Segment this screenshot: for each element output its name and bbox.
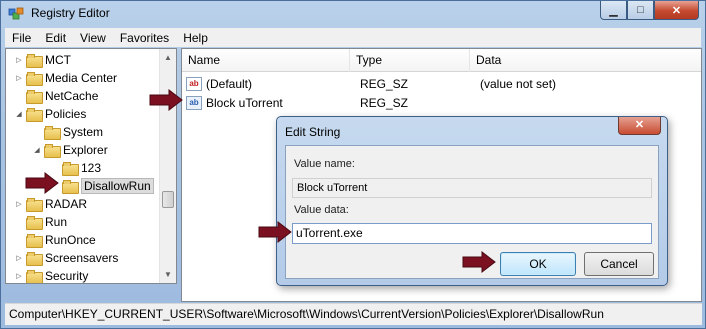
folder-icon — [62, 162, 79, 176]
expand-icon[interactable]: ▷ — [14, 56, 24, 64]
folder-icon — [26, 90, 43, 104]
tree-item-label: RADAR — [45, 197, 88, 211]
expand-icon[interactable]: ▷ — [14, 200, 24, 208]
folder-icon — [26, 198, 43, 212]
tree-item-disallowrun[interactable]: DisallowRun — [50, 177, 154, 195]
list-header: Name Type Data — [182, 49, 701, 72]
string-value-icon: ab — [186, 77, 202, 91]
minimize-icon: ▁ — [609, 4, 618, 17]
tree-item-system[interactable]: System — [32, 123, 103, 141]
folder-icon — [26, 270, 43, 283]
value-type: REG_SZ — [360, 96, 409, 110]
folder-icon — [26, 54, 43, 68]
maximize-button[interactable]: □ — [627, 1, 654, 20]
tree-item-label: Policies — [45, 107, 87, 121]
expand-icon[interactable]: ▷ — [14, 74, 24, 82]
list-row-block-utorrent[interactable]: ab Block uTorrent REG_SZ — [182, 94, 701, 112]
value-data-label: Value data: — [294, 204, 349, 216]
value-data-input[interactable]: uTorrent.exe — [292, 223, 652, 244]
dialog-title: Edit String — [285, 125, 341, 139]
tree-item-explorer[interactable]: ◢ Explorer — [32, 141, 108, 159]
tree-item-label: Media Center — [45, 71, 118, 85]
maximize-icon: □ — [637, 4, 644, 16]
tree-item-label: Explorer — [63, 143, 108, 157]
tree-item-label: DisallowRun — [81, 178, 154, 194]
tree-item-label: RunOnce — [45, 233, 96, 247]
column-name[interactable]: Name — [182, 49, 350, 72]
value-type: REG_SZ — [360, 77, 409, 91]
tree-item-runonce[interactable]: RunOnce — [14, 231, 96, 249]
folder-icon — [26, 252, 43, 266]
close-button[interactable]: ✕ — [654, 1, 699, 20]
tree-item-radar[interactable]: ▷ RADAR — [14, 195, 87, 213]
menu-view[interactable]: View — [73, 31, 113, 45]
expand-icon[interactable]: ▷ — [14, 272, 24, 280]
folder-icon — [44, 126, 61, 140]
dialog-close-button[interactable]: ✕ — [618, 117, 661, 135]
collapse-icon[interactable]: ◢ — [14, 110, 24, 118]
list-row[interactable]: ab (Default) REG_SZ (value not set) — [182, 75, 701, 93]
expand-icon[interactable]: ▷ — [14, 254, 24, 262]
tree-item-label: 123 — [81, 161, 102, 175]
minimize-button[interactable]: ▁ — [600, 1, 627, 20]
value-name: Block uTorrent — [206, 96, 283, 110]
folder-icon — [62, 180, 79, 194]
tree-item-screensavers[interactable]: ▷ Screensavers — [14, 249, 118, 267]
status-bar-path: Computer\HKEY_CURRENT_USER\Software\Micr… — [5, 303, 702, 325]
collapse-icon[interactable]: ◢ — [32, 146, 42, 154]
value-name-field: Block uTorrent — [292, 178, 652, 198]
menu-bar: File Edit View Favorites Help — [5, 28, 701, 47]
callout-arrow-icon — [149, 89, 183, 111]
menu-file[interactable]: File — [5, 31, 38, 45]
column-type[interactable]: Type — [350, 49, 470, 72]
value-name-label: Value name: — [294, 158, 355, 170]
tree-item-mct[interactable]: ▷ MCT — [14, 51, 71, 69]
ok-button[interactable]: OK — [500, 252, 576, 276]
window-title: Registry Editor — [31, 6, 110, 20]
scroll-down-icon[interactable]: ▼ — [160, 266, 176, 283]
string-value-icon: ab — [186, 96, 202, 110]
tree-item-label: System — [63, 125, 104, 139]
scroll-up-icon[interactable]: ▲ — [160, 49, 176, 66]
menu-edit[interactable]: Edit — [38, 31, 73, 45]
menu-help[interactable]: Help — [176, 31, 215, 45]
tree-item-policies[interactable]: ◢ Policies — [14, 105, 86, 123]
close-icon: ✕ — [671, 4, 682, 17]
callout-arrow-icon — [462, 251, 496, 273]
cancel-button[interactable]: Cancel — [584, 252, 654, 276]
tree-item-netcache[interactable]: NetCache — [14, 87, 98, 105]
tree-item-label: Screensavers — [45, 251, 119, 265]
folder-icon — [26, 108, 43, 122]
tree-item-label: Security — [45, 269, 89, 283]
registry-tree: ▷ MCT ▷ Media Center NetCache ◢ Policies Sy… — [5, 48, 177, 284]
folder-icon — [44, 144, 61, 158]
callout-arrow-icon — [258, 221, 292, 243]
tree-item-label: MCT — [45, 53, 71, 67]
tree-item-media-center[interactable]: ▷ Media Center — [14, 69, 117, 87]
column-data[interactable]: Data — [470, 49, 701, 72]
tree-scrollbar[interactable]: ▲ ▼ — [159, 49, 176, 283]
folder-icon — [26, 234, 43, 248]
tree-item-run[interactable]: Run — [14, 213, 67, 231]
title-bar[interactable]: Registry Editor ▁ □ ✕ — [1, 1, 705, 27]
registry-editor-icon — [8, 7, 24, 20]
folder-icon — [26, 72, 43, 86]
tree-item-label: Run — [45, 215, 68, 229]
scroll-thumb[interactable] — [162, 191, 174, 208]
menu-favorites[interactable]: Favorites — [113, 31, 176, 45]
callout-arrow-icon — [25, 172, 59, 194]
folder-icon — [26, 216, 43, 230]
tree-item-security[interactable]: ▷ Security — [14, 267, 89, 283]
close-icon: ✕ — [634, 119, 645, 131]
value-data: (value not set) — [480, 77, 557, 91]
tree-item-label: NetCache — [45, 89, 99, 103]
value-name: (Default) — [206, 77, 253, 91]
